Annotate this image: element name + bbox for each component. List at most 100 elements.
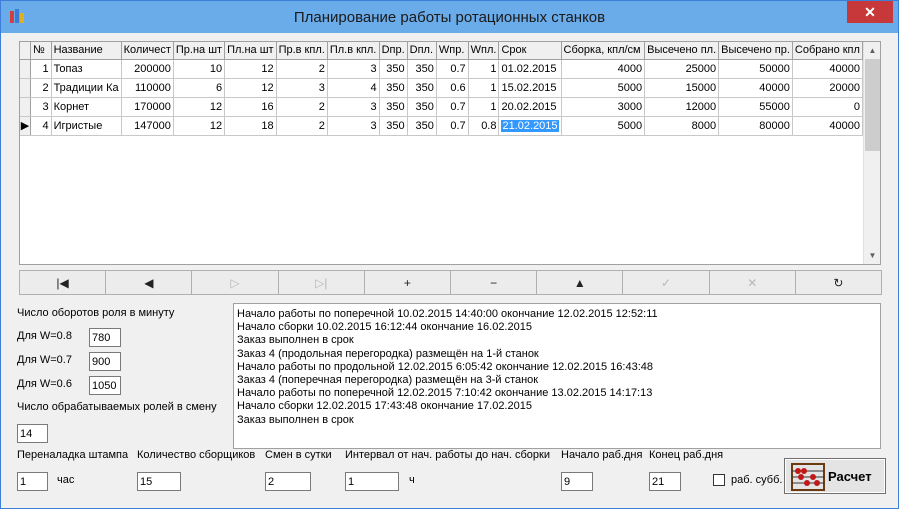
table-cell[interactable]: 350 [407,97,437,117]
table-cell[interactable]: 0 [792,97,863,117]
grid-column-header[interactable]: Wпр. [436,42,469,60]
table-cell[interactable]: 3 [276,78,328,98]
table-cell[interactable]: 3 [327,97,380,117]
table-cell[interactable]: 3 [327,59,380,79]
table-cell[interactable]: 350 [379,78,408,98]
row-indicator[interactable] [20,78,32,98]
grid-column-header[interactable]: Сборка, кпл/см [561,42,646,60]
w08-input[interactable] [89,328,121,347]
table-cell[interactable]: 18 [224,116,277,136]
table-cell[interactable]: 12 [173,97,226,117]
table-cell[interactable]: 15.02.2015 [498,78,562,98]
table-cell[interactable]: 0.7 [436,116,469,136]
table-cell[interactable]: Игристые [51,116,122,136]
table-cell[interactable]: 4 [327,78,380,98]
table-cell[interactable]: 350 [379,116,408,136]
assemblers-input[interactable] [137,472,181,491]
table-cell[interactable]: 2 [276,97,328,117]
first-button[interactable]: |◀ [19,270,107,295]
table-row[interactable]: ▶ 4 Игристые 147000 12 18 2 3 350 350 0.7 0.8 21.02.… [20,116,863,136]
row-indicator[interactable] [20,97,32,117]
grid-column-header[interactable]: № [30,42,52,60]
table-cell[interactable]: 110000 [121,78,174,98]
shifts-input[interactable] [265,472,311,491]
table-cell[interactable]: 5000 [561,78,646,98]
table-cell[interactable]: 350 [407,59,437,79]
table-cell[interactable]: 1 [468,59,500,79]
table-cell[interactable]: 1 [468,97,500,117]
interval-input[interactable] [345,472,399,491]
table-cell[interactable]: 0.7 [436,97,469,117]
table-cell[interactable]: 40000 [792,116,863,136]
delete-button[interactable]: − [450,270,538,295]
table-cell[interactable]: 4 [30,116,52,136]
table-cell[interactable]: 4000 [561,59,646,79]
prior-button[interactable]: ◀ [105,270,193,295]
table-cell[interactable]: 20000 [792,78,863,98]
grid-column-header[interactable]: Количест [121,42,174,60]
table-cell[interactable]: 200000 [121,59,174,79]
refresh-button[interactable]: ↻ [794,270,883,295]
table-cell[interactable]: 80000 [718,116,793,136]
grid-column-header[interactable]: Wпл. [468,42,500,60]
day-start-input[interactable] [561,472,593,491]
close-button[interactable]: ✕ [847,1,893,23]
table-cell[interactable]: 10 [173,59,226,79]
table-cell[interactable]: 15000 [644,78,720,98]
table-cell[interactable]: 5000 [561,116,646,136]
table-cell[interactable]: 55000 [718,97,793,117]
table-cell[interactable]: 12 [224,59,277,79]
rolls-input[interactable] [17,424,48,443]
grid-column-header[interactable]: Собрано кпл [792,42,863,60]
table-row[interactable]: 2 Традиции Ка 110000 6 12 3 4 350 350 0.6 1 15.02.2… [20,78,863,98]
scroll-thumb[interactable] [865,59,880,151]
table-cell[interactable]: 3 [30,97,52,117]
grid-column-header[interactable]: Пр.на шт [173,42,226,60]
grid-column-header[interactable]: Dпр. [379,42,408,60]
table-cell[interactable]: 350 [407,116,437,136]
table-cell[interactable]: 3000 [561,97,646,117]
table-cell[interactable]: 12 [224,78,277,98]
grid-column-header[interactable]: Пр.в кпл. [276,42,328,60]
orders-grid[interactable]: № Название Количест Пр.на шт Пл.на шт Пр.в кп… [19,41,881,265]
insert-button[interactable]: + [363,270,452,295]
grid-column-header[interactable]: Высечено пр. [718,42,793,60]
table-cell[interactable]: 3 [327,116,380,136]
table-cell[interactable]: 2 [30,78,52,98]
table-cell[interactable]: 350 [379,59,408,79]
table-cell[interactable]: 50000 [718,59,793,79]
table-cell[interactable]: Топаз [51,59,122,79]
table-cell[interactable]: 2 [276,59,328,79]
post-button[interactable]: ✓ [622,270,710,295]
cancel-button[interactable]: ✕ [708,270,796,295]
results-log[interactable]: Начало работы по поперечной 10.02.2015 1… [233,303,881,449]
table-cell[interactable]: Традиции Ка [51,78,122,98]
table-cell[interactable]: 350 [407,78,437,98]
table-cell[interactable]: 20.02.2015 [498,97,562,117]
scroll-up-icon[interactable]: ▲ [864,42,881,59]
table-cell[interactable]: 0.8 [468,116,500,136]
w07-input[interactable] [89,352,121,371]
row-indicator[interactable]: ▶ [20,116,32,136]
edit-button[interactable]: ▲ [536,270,624,295]
table-cell[interactable]: 6 [173,78,226,98]
table-cell[interactable]: 170000 [121,97,174,117]
table-cell[interactable]: 1 [30,59,52,79]
table-cell[interactable]: 40000 [718,78,793,98]
table-cell[interactable]: 350 [379,97,408,117]
table-cell[interactable]: 25000 [644,59,720,79]
table-cell[interactable]: 0.7 [436,59,469,79]
table-cell[interactable]: 16 [224,97,277,117]
table-cell[interactable]: 12000 [644,97,720,117]
table-cell[interactable]: 21.02.2015 [498,116,562,136]
grid-column-header[interactable]: Высечено пл. [644,42,720,60]
table-cell[interactable]: 01.02.2015 [498,59,562,79]
table-cell[interactable]: 40000 [792,59,863,79]
grid-column-header[interactable]: Dпл. [407,42,437,60]
grid-column-header[interactable]: Пл.на шт [224,42,277,60]
next-button[interactable]: ▷ [191,270,279,295]
table-cell[interactable]: 8000 [644,116,720,136]
table-cell[interactable]: 2 [276,116,328,136]
saturday-checkbox[interactable] [713,474,725,486]
w06-input[interactable] [89,376,121,395]
